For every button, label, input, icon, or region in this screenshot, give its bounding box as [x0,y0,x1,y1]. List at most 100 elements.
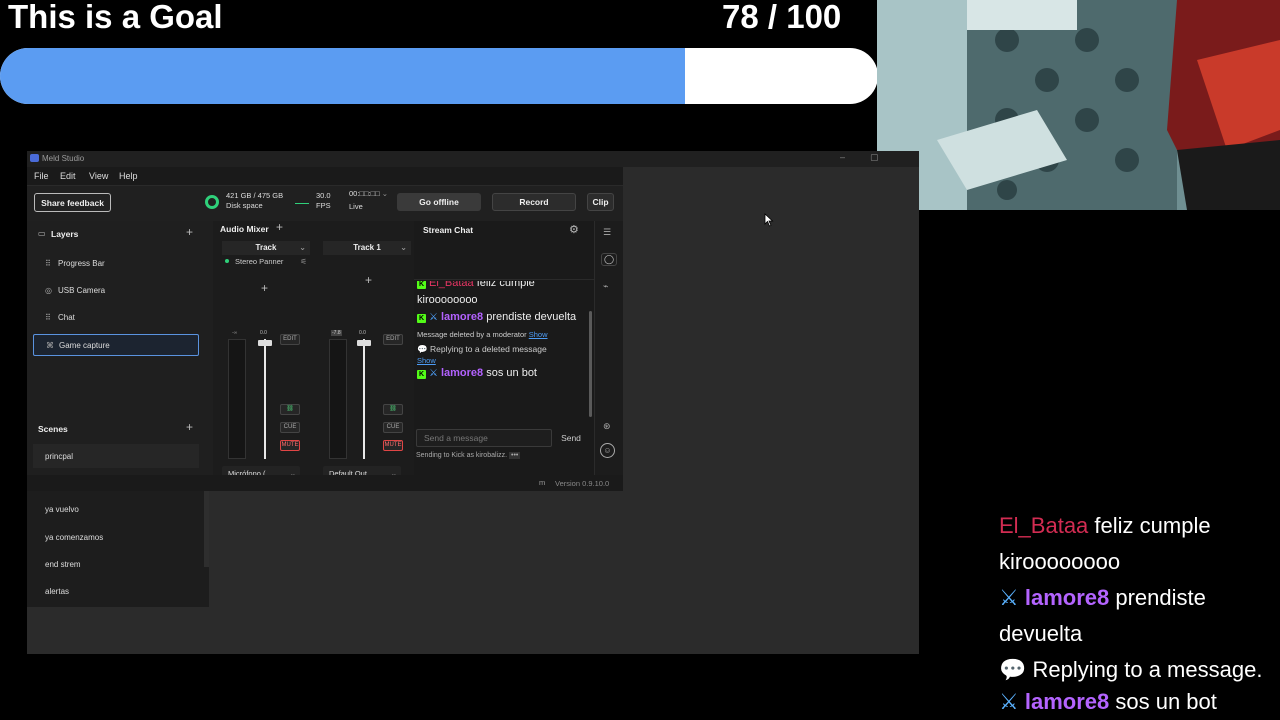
live-timer: 00:□□:□□ [349,189,380,198]
show-link[interactable]: Show [529,330,548,339]
window-titlebar: Meld Studio – ▢ [27,151,919,167]
go-offline-button[interactable]: Go offline [397,193,481,211]
share-feedback-button[interactable]: Share feedback [34,193,111,212]
scene-item[interactable]: alertas [33,579,199,603]
add-layer-button[interactable]: + [186,225,193,239]
show-link[interactable]: Show [417,356,436,365]
stereo-panner-effect[interactable]: Stereo Panner ⚟ [222,257,310,266]
meter-top-value: -7.8 [331,330,342,336]
scene-item[interactable]: ya vuelvo [33,497,199,521]
menu-file[interactable]: File [34,171,49,181]
record-button[interactable]: Record [492,193,576,211]
gear-icon[interactable]: ⚙ [569,223,579,236]
avatar-icon[interactable]: ☺ [600,443,615,458]
chat-message: K El_Bataa feliz cumple kiroooooooo [417,281,535,306]
overlay-chat-line: ⚔ lamore8 sos un bot [999,689,1217,714]
app-panel: File Edit View Help Share feedback 421 G… [27,167,623,491]
edit-button[interactable]: EDIT [280,334,300,345]
clip-button[interactable]: Clip [587,193,614,211]
deleted-message-note: Message deleted by a moderator Show [417,330,548,339]
fader-value: 0.0 [260,330,267,336]
goal-progress-bar [0,48,878,104]
scene-item[interactable]: princpal [33,444,199,468]
layer-label: USB Camera [58,285,106,295]
group-icon: ⠿ [45,312,51,322]
chevron-down-icon[interactable]: ⌄ [400,241,407,255]
layer-item-game-capture[interactable]: ⌘ Game capture [33,334,199,356]
menu-edit[interactable]: Edit [60,171,76,181]
chat-message: K ⚔ lamore8 prendiste devuelta [417,311,577,323]
sending-as-label: Sending to Kick as kirobalizz. ••• [416,452,521,459]
track-column: Track ⌄ Stereo Panner ⚟ + -∞ 0.0 EDIT ⛓ CU… [222,241,310,482]
minimize-icon[interactable]: – [840,152,845,162]
window-title: Meld Studio [42,154,85,163]
link-icon[interactable]: ⛓ [383,404,403,415]
status-dot [225,259,229,263]
settings-dot-icon[interactable]: ⊛ [603,421,611,432]
mouse-cursor-icon [764,213,774,227]
scenes-scrollbar[interactable] [204,491,209,567]
scenes-title: Scenes [38,424,68,434]
add-track-button[interactable]: + [276,220,283,234]
fader-track[interactable] [363,339,365,459]
side-toolbar: ☰ ◯ ⌁ ⊛ ☺ [594,221,623,475]
link-icon[interactable]: ⛓ [280,404,300,415]
fader-handle[interactable] [258,340,272,346]
scene-item[interactable]: ya comenzamos [33,525,199,549]
audio-mixer-panel: Audio Mixer + Track ⌄ Stereo Panner ⚟ + -∞… [213,220,411,482]
menu-help[interactable]: Help [119,171,138,181]
menu-view[interactable]: View [89,171,108,181]
camera-icon: ◎ [45,285,52,295]
edit-button[interactable]: EDIT [383,334,403,345]
disk-label: Disk space [226,201,263,210]
sword-icon: ⚔ [999,585,1019,610]
track-column: Track 1 ⌄ + -7.8 0.0 EDIT ⛓ CUE MUTE Defa… [323,241,411,482]
send-button[interactable]: Send [552,429,590,447]
layers-title: Layers [51,229,79,239]
track-name: Track 1 ⌄ [323,241,411,255]
add-effect-button[interactable]: + [365,273,372,287]
fader-handle[interactable] [357,340,371,346]
chevron-down-icon[interactable]: ⌄ [382,189,388,198]
disk-value: 421 GB / 475 GB [226,191,284,200]
menu-bar: File Edit View Help [27,167,623,185]
layer-item-usb-camera[interactable]: ◎ USB Camera [33,279,199,301]
kick-badge-icon: K [417,314,426,323]
chat-bubble-icon[interactable]: ◯ [601,253,618,266]
sword-icon: ⚔ [999,689,1019,714]
group-icon: ⠿ [45,258,51,268]
add-scene-button[interactable]: + [186,420,193,434]
layer-item-chat[interactable]: ⠿ Chat [33,306,199,328]
version-label: Version 0.9.10.0 [555,479,610,488]
layers-panel: ▭ Layers + ⠿ Progress Bar ◎ USB Camera ⠿ Ch… [27,221,213,421]
meld-m-icon: m [539,478,546,487]
fader-track[interactable] [264,339,266,459]
chevron-down-icon[interactable]: ⌄ [299,241,306,255]
mute-button[interactable]: MUTE [383,440,403,451]
scene-item[interactable]: end strem [33,552,199,576]
broadcast-icon[interactable]: ⌁ [603,281,608,292]
stream-chat-title: Stream Chat [423,225,474,235]
speech-bubble-icon: 💬 [999,657,1027,682]
meld-logo-icon [30,154,39,162]
layer-label: Game capture [59,340,110,350]
live-label: Live [349,202,363,211]
status-bar: m Version 0.9.10.0 [27,475,623,491]
add-effect-button[interactable]: + [261,281,268,295]
divider [414,279,594,280]
more-options-button[interactable]: ••• [509,452,521,459]
chat-scrollbar[interactable] [589,311,592,417]
fps-value: 30.0 [316,191,331,200]
cue-button[interactable]: CUE [383,422,403,433]
cue-button[interactable]: CUE [280,422,300,433]
goal-progress-fill [0,48,685,104]
list-icon[interactable]: ☰ [603,227,611,238]
mute-button[interactable]: MUTE [280,440,300,451]
chat-input[interactable]: Send a message [416,429,552,447]
overlay-chat-line: El_Bataa feliz cumple [999,513,1211,538]
reply-note: 💬 Replying to a deleted message [417,344,547,354]
layer-item-progress-bar[interactable]: ⠿ Progress Bar [33,252,199,274]
layers-icon: ▭ [38,229,46,238]
maximize-icon[interactable]: ▢ [870,152,879,163]
fps-graph-icon [295,203,309,204]
